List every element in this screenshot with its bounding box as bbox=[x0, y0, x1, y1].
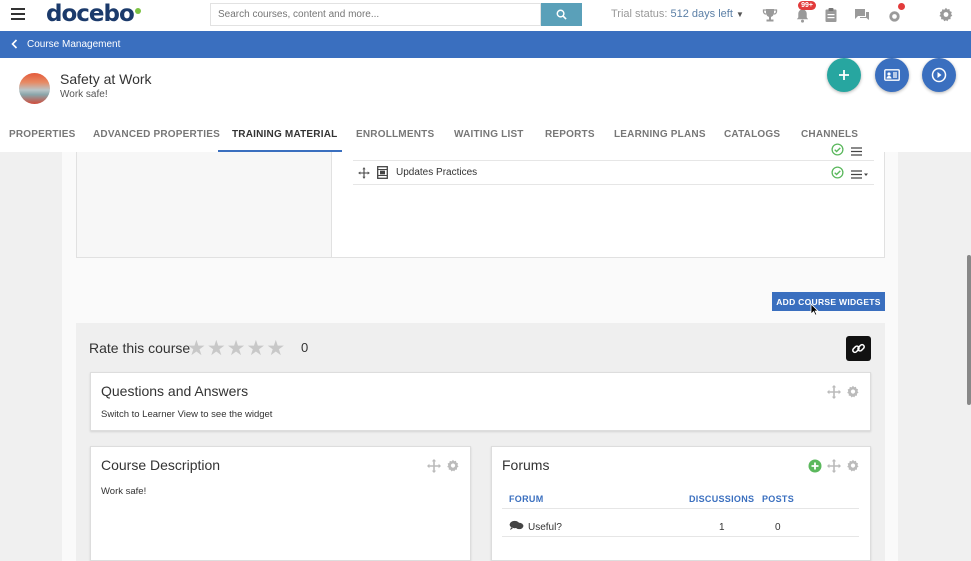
search-icon bbox=[556, 9, 567, 20]
trial-label: Trial status: bbox=[611, 8, 668, 20]
docebo-logo[interactable]: docebo bbox=[46, 1, 141, 27]
page-scrollbar[interactable] bbox=[967, 255, 971, 405]
widget-message: Switch to Learner View to see the widget bbox=[101, 409, 273, 420]
share-link-button[interactable] bbox=[846, 336, 871, 361]
menu-lines-icon[interactable] bbox=[851, 144, 869, 162]
drag-move-icon[interactable] bbox=[827, 459, 841, 473]
star-icon[interactable]: ★ bbox=[227, 336, 246, 360]
forum-name[interactable]: Useful? bbox=[528, 522, 562, 533]
discussions-column-header[interactable]: DISCUSSIONS bbox=[689, 494, 754, 504]
video-film-icon bbox=[377, 166, 388, 184]
drag-move-icon[interactable] bbox=[427, 459, 441, 473]
course-description-text: Work safe! bbox=[101, 486, 147, 497]
tab-advanced-properties[interactable]: ADVANCED PROPERTIES bbox=[93, 129, 220, 140]
widget-settings-gear-icon[interactable] bbox=[446, 459, 460, 473]
move-icon[interactable] bbox=[358, 166, 370, 184]
logo-text: docebo bbox=[46, 1, 135, 27]
forums-widget: Forums FORUM DISCUSSIONS POSTS Useful? 1… bbox=[491, 446, 871, 561]
clipboard-icon[interactable] bbox=[821, 5, 841, 25]
star-icon[interactable]: ★ bbox=[266, 336, 285, 360]
gamification-icon[interactable] bbox=[884, 3, 905, 25]
chevron-left-icon[interactable] bbox=[11, 39, 18, 52]
settings-gear-icon[interactable] bbox=[936, 5, 956, 25]
posts-column-header[interactable]: POSTS bbox=[762, 494, 794, 504]
course-title: Safety at Work bbox=[60, 71, 152, 87]
questions-answers-widget: Questions and Answers Switch to Learner … bbox=[90, 372, 871, 431]
star-icon[interactable]: ★ bbox=[246, 336, 265, 360]
breadcrumb-course-management[interactable]: Course Management bbox=[27, 39, 120, 50]
forum-column-header[interactable]: FORUM bbox=[509, 494, 544, 504]
rating-count: 0 bbox=[301, 340, 309, 355]
trial-days: 512 days left bbox=[670, 8, 733, 20]
material-name[interactable]: Updates Practices bbox=[396, 167, 477, 178]
forum-chat-bubbles-icon bbox=[509, 518, 524, 536]
rating-stars[interactable]: ★★★★★ bbox=[187, 336, 286, 360]
alert-dot bbox=[898, 3, 905, 10]
material-row-partial bbox=[353, 138, 874, 161]
course-subtitle: Work safe! bbox=[60, 89, 108, 100]
widget-settings-gear-icon[interactable] bbox=[846, 459, 860, 473]
play-course-button[interactable] bbox=[922, 58, 956, 92]
training-material-panel: Updates Practices bbox=[76, 143, 885, 258]
tab-training-material[interactable]: TRAINING MATERIAL bbox=[232, 129, 337, 140]
mouse-cursor-icon bbox=[810, 303, 819, 316]
add-button[interactable] bbox=[827, 58, 861, 92]
widget-settings-gear-icon[interactable] bbox=[846, 385, 860, 399]
top-bar: docebo Trial status: 512 days left ▼ 99+ bbox=[0, 0, 971, 31]
add-course-widgets-button[interactable]: ADD COURSE WIDGETS bbox=[772, 292, 885, 311]
learner-view-button[interactable] bbox=[875, 58, 909, 92]
chat-icon[interactable] bbox=[852, 5, 872, 25]
play-circle-icon bbox=[931, 67, 947, 83]
completed-check-icon bbox=[831, 166, 844, 184]
completed-check-icon bbox=[831, 143, 844, 161]
header-divider bbox=[502, 508, 859, 509]
breadcrumb-bar: Course Management bbox=[0, 31, 971, 58]
notifications-bell-icon[interactable]: 99+ bbox=[792, 1, 816, 25]
widget-title: Forums bbox=[502, 457, 550, 473]
widget-tools bbox=[427, 459, 460, 473]
row-actions-menu-icon[interactable] bbox=[851, 167, 869, 185]
material-row[interactable]: Updates Practices bbox=[353, 161, 874, 185]
discussions-count: 1 bbox=[719, 522, 725, 533]
rate-course-label: Rate this course bbox=[89, 340, 191, 356]
star-icon[interactable]: ★ bbox=[207, 336, 226, 360]
menu-icon[interactable] bbox=[11, 8, 25, 20]
logo-dot bbox=[134, 8, 141, 14]
widget-title: Questions and Answers bbox=[101, 383, 249, 399]
tab-properties[interactable]: PROPERTIES bbox=[9, 129, 75, 140]
posts-count: 0 bbox=[775, 522, 781, 533]
row-divider bbox=[502, 536, 859, 537]
widget-title: Course Description bbox=[101, 457, 221, 473]
trial-status[interactable]: Trial status: 512 days left ▼ bbox=[611, 8, 744, 20]
trophy-icon[interactable] bbox=[760, 5, 780, 25]
widget-tools bbox=[827, 385, 860, 399]
course-thumbnail bbox=[19, 73, 50, 104]
link-icon bbox=[852, 343, 865, 354]
widget-tools bbox=[808, 459, 860, 473]
search-input[interactable] bbox=[210, 3, 541, 26]
star-icon[interactable]: ★ bbox=[187, 336, 206, 360]
folder-tree bbox=[77, 152, 332, 257]
caret-down-icon: ▼ bbox=[735, 10, 744, 19]
notification-count-badge: 99+ bbox=[798, 1, 816, 10]
course-description-widget: Course Description Work safe! bbox=[90, 446, 471, 561]
id-card-icon bbox=[884, 69, 900, 81]
plus-icon bbox=[839, 70, 849, 80]
add-forum-plus-icon[interactable] bbox=[808, 459, 822, 473]
drag-move-icon[interactable] bbox=[827, 385, 841, 399]
search-button[interactable] bbox=[541, 3, 582, 26]
